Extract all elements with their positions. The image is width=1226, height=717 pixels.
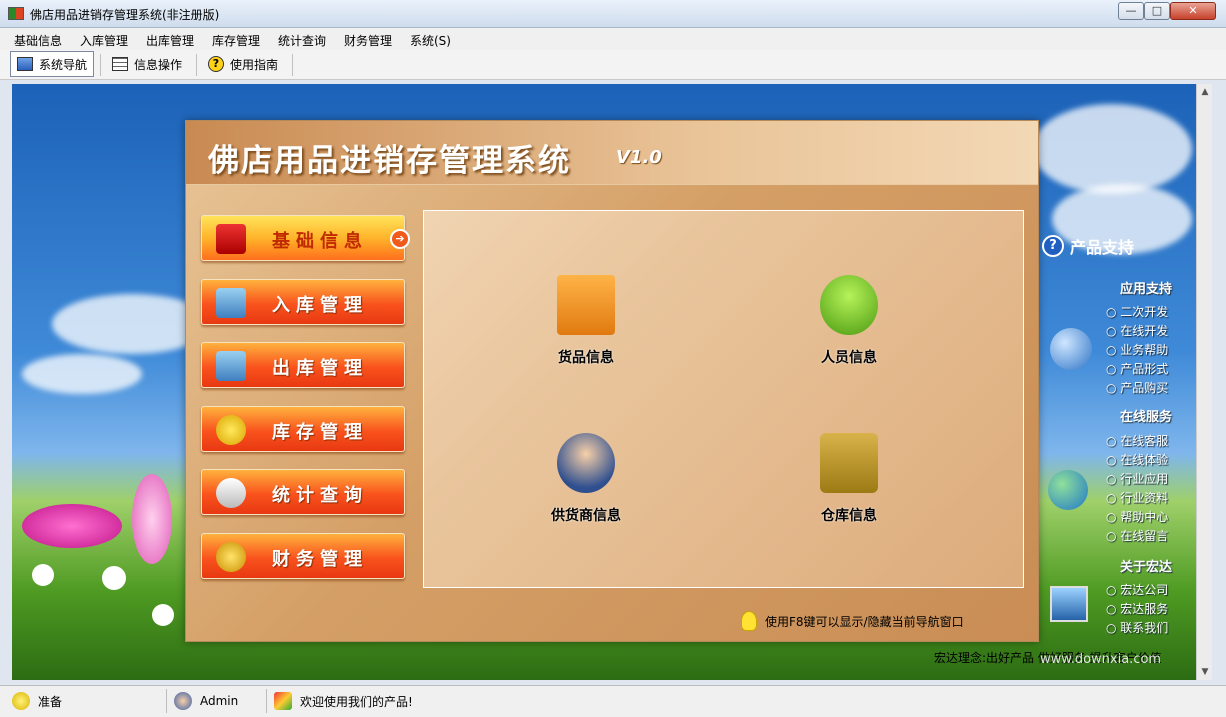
watermark: www.downxia.com <box>1040 652 1162 667</box>
scroll-down-arrow-icon[interactable]: ▼ <box>1197 664 1213 680</box>
link-online-trial[interactable]: ○ 在线体验 <box>1106 451 1168 468</box>
tile-supplier-info-label: 供货商信息 <box>551 508 621 524</box>
lightbulb-icon <box>741 611 757 631</box>
f8-hint-text: 使用F8键可以显示/隐藏当前导航窗口 <box>765 614 964 629</box>
nav-outbound-label: 出库管理 <box>272 358 368 379</box>
menu-statistics[interactable]: 统计查询 <box>278 32 326 49</box>
person-green-icon <box>820 275 878 335</box>
nav-basic-info-label: 基础信息 <box>272 231 368 252</box>
outbound-icon <box>216 351 246 381</box>
star-icon <box>216 415 246 445</box>
menu-outbound[interactable]: 出库管理 <box>146 32 194 49</box>
menu-bar: 基础信息 入库管理 出库管理 库存管理 统计查询 财务管理 系统(S) <box>0 28 1226 50</box>
vertical-scrollbar[interactable]: ▲ ▼ <box>1196 84 1212 680</box>
menu-finance[interactable]: 财务管理 <box>344 32 392 49</box>
panel-title: 佛店用品进销存管理系统 <box>208 143 571 179</box>
maximize-button[interactable]: □ <box>1144 2 1170 20</box>
link-industry-apps[interactable]: ○ 行业应用 <box>1106 470 1168 487</box>
f8-hint: 使用F8键可以显示/隐藏当前导航窗口 <box>741 611 964 631</box>
app-icon <box>8 7 24 20</box>
link-company[interactable]: ○ 宏达公司 <box>1106 581 1168 598</box>
tile-staff-info[interactable]: 人员信息 <box>789 275 909 367</box>
search-icon <box>216 478 246 508</box>
user-icon <box>174 692 192 710</box>
menu-system[interactable]: 系统(S) <box>410 32 451 49</box>
status-ready: 准备 <box>12 690 62 712</box>
section-about: 关于宏达 <box>1120 560 1173 575</box>
menu-inbound[interactable]: 入库管理 <box>80 32 128 49</box>
navigation-panel: 佛店用品进销存管理系统 V1.0 基础信息 ➔ 入库管理 出库管理 库存管理 统… <box>185 120 1039 642</box>
nav-toolbar-button[interactable]: 系统导航 <box>10 51 95 77</box>
inbound-icon <box>216 288 246 318</box>
menu-basic-info[interactable]: 基础信息 <box>14 32 62 49</box>
nav-finance-label: 财务管理 <box>272 549 368 570</box>
nav-statistics-label: 统计查询 <box>272 485 368 506</box>
house-icon <box>820 433 878 493</box>
coins-icon <box>216 542 246 572</box>
help-icon: ? <box>208 56 224 72</box>
globe-icon <box>1048 470 1088 510</box>
section-online-service: 在线服务 <box>1120 410 1173 425</box>
arrow-right-icon: ➔ <box>390 229 410 249</box>
link-online-message[interactable]: ○ 在线留言 <box>1106 527 1168 544</box>
panel-header: 佛店用品进销存管理系统 V1.0 <box>186 121 1038 185</box>
link-online-cs[interactable]: ○ 在线客服 <box>1106 432 1168 449</box>
info-toolbar-button[interactable]: 信息操作 <box>106 51 188 77</box>
link-industry-info[interactable]: ○ 行业资料 <box>1106 489 1168 506</box>
link-online-dev[interactable]: ○ 在线开发 <box>1106 322 1168 339</box>
title-bar: 佛店用品进销存管理系统(非注册版) — □ ✕ <box>0 0 1226 28</box>
link-product-form[interactable]: ○ 产品形式 <box>1106 360 1168 377</box>
nav-basic-info-button[interactable]: 基础信息 ➔ <box>201 215 410 261</box>
tile-goods-info[interactable]: 货品信息 <box>526 275 646 367</box>
nav-inventory-label: 库存管理 <box>272 422 368 443</box>
scroll-up-arrow-icon[interactable]: ▲ <box>1197 84 1213 100</box>
smiley-icon <box>12 692 30 710</box>
link-service[interactable]: ○ 宏达服务 <box>1106 600 1168 617</box>
link-help-center[interactable]: ○ 帮助中心 <box>1106 508 1168 525</box>
businessman-icon <box>557 433 615 493</box>
guide-toolbar-label: 使用指南 <box>230 57 279 72</box>
status-bar: 准备 Admin 欢迎使用我们的产品! <box>0 685 1226 717</box>
arrow-icon <box>1050 328 1092 370</box>
grid-icon <box>112 57 128 71</box>
tile-warehouse-info[interactable]: 仓库信息 <box>789 433 909 525</box>
link-secondary-dev[interactable]: ○ 二次开发 <box>1106 303 1168 320</box>
product-box-icon <box>274 692 292 710</box>
boxes-icon <box>557 275 615 335</box>
nav-toolbar-label: 系统导航 <box>39 57 88 72</box>
close-button[interactable]: ✕ <box>1170 2 1216 20</box>
tile-supplier-info[interactable]: 供货商信息 <box>526 433 646 525</box>
content-area: 货品信息 人员信息 供货商信息 仓库信息 <box>423 210 1024 588</box>
tile-warehouse-info-label: 仓库信息 <box>821 508 877 524</box>
link-business-help[interactable]: ○ 业务帮助 <box>1106 341 1168 358</box>
laptop-icon <box>1050 586 1088 622</box>
alert-monitor-icon <box>216 224 246 254</box>
menu-inventory[interactable]: 库存管理 <box>212 32 260 49</box>
info-toolbar-label: 信息操作 <box>134 57 183 72</box>
status-welcome: 欢迎使用我们的产品! <box>274 690 413 712</box>
monitor-icon <box>17 57 33 71</box>
panel-version: V1.0 <box>616 147 662 168</box>
section-app-support: 应用支持 <box>1120 282 1173 297</box>
nav-statistics-button[interactable]: 统计查询 <box>201 469 405 515</box>
link-product-purchase[interactable]: ○ 产品购买 <box>1106 379 1168 396</box>
nav-inbound-label: 入库管理 <box>272 295 368 316</box>
nav-finance-button[interactable]: 财务管理 <box>201 533 405 579</box>
minimize-button[interactable]: — <box>1118 2 1144 20</box>
guide-toolbar-button[interactable]: ? 使用指南 <box>202 51 284 77</box>
nav-inbound-button[interactable]: 入库管理 <box>201 279 405 325</box>
toolbar: 系统导航 信息操作 ? 使用指南 <box>0 50 1226 80</box>
nav-outbound-button[interactable]: 出库管理 <box>201 342 405 388</box>
window-title: 佛店用品进销存管理系统(非注册版) <box>30 8 220 22</box>
link-contact[interactable]: ○ 联系我们 <box>1106 619 1168 636</box>
status-user: Admin <box>174 690 238 712</box>
tile-staff-info-label: 人员信息 <box>821 350 877 366</box>
product-support-title: ? 产品支持 <box>1042 234 1134 258</box>
tile-goods-info-label: 货品信息 <box>558 350 614 366</box>
question-icon: ? <box>1042 235 1064 257</box>
nav-inventory-button[interactable]: 库存管理 <box>201 406 405 452</box>
